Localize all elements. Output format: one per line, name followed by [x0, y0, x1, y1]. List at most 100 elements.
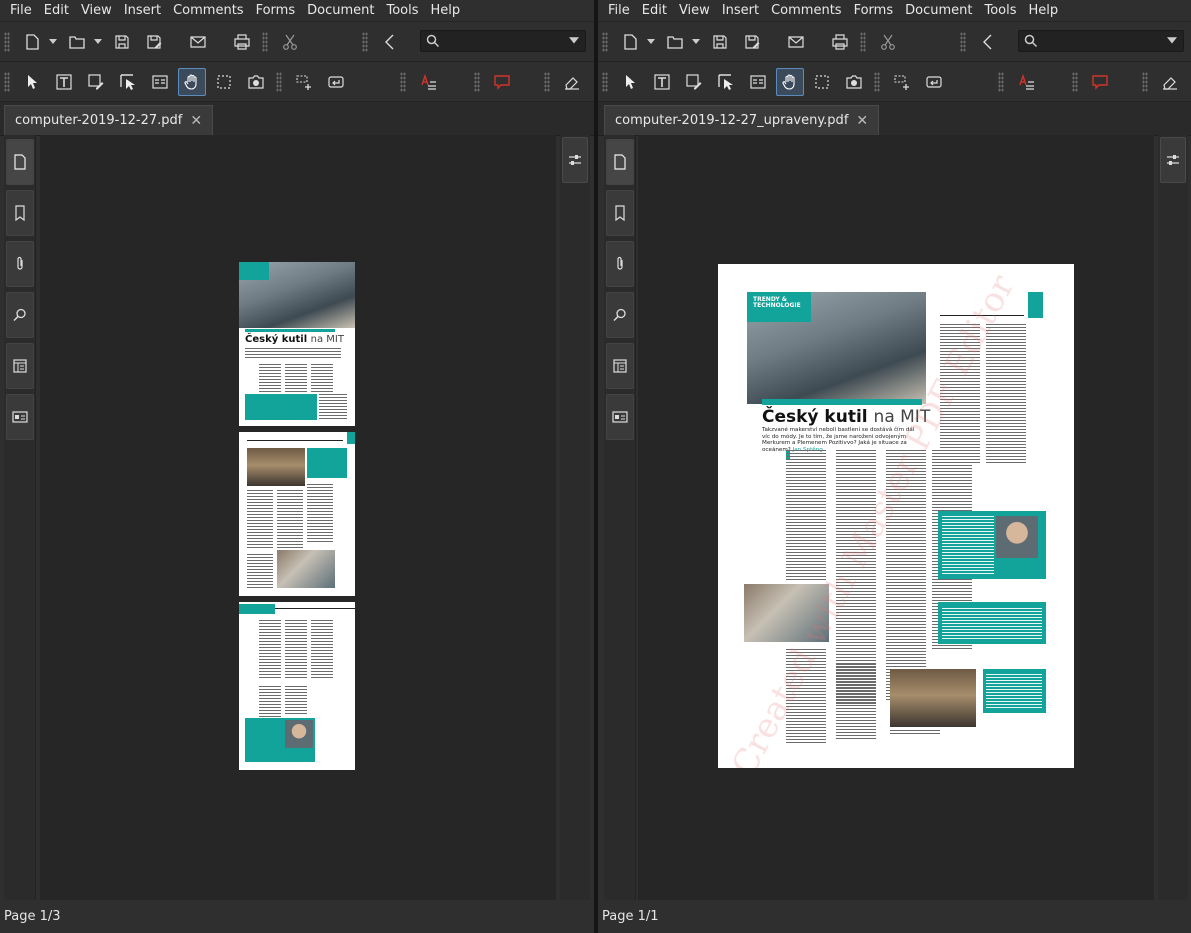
form-fields-button[interactable] [744, 68, 772, 96]
close-tab-icon[interactable]: ✕ [190, 113, 202, 129]
hand-tool-button[interactable] [178, 67, 206, 96]
save-as-button[interactable] [140, 28, 168, 56]
toolbar-grip[interactable] [1072, 71, 1078, 92]
search-panel-button[interactable] [606, 292, 634, 338]
snapshot-button[interactable] [242, 68, 270, 96]
edit-image-button[interactable] [680, 68, 708, 96]
email-button[interactable] [782, 28, 810, 56]
edit-forms-button[interactable] [712, 68, 740, 96]
menu-comments[interactable]: Comments [167, 0, 249, 22]
email-button[interactable] [184, 28, 212, 56]
add-link-button[interactable] [290, 68, 318, 96]
menu-view[interactable]: View [673, 0, 716, 22]
toolbar-grip[interactable] [874, 71, 880, 92]
toolbar-grip[interactable] [474, 71, 480, 92]
insert-action-button[interactable] [920, 68, 948, 96]
save-button[interactable] [706, 28, 734, 56]
menu-forms[interactable]: Forms [848, 0, 900, 22]
marquee-select-button[interactable] [808, 68, 836, 96]
eraser-button[interactable] [558, 68, 586, 96]
search-field[interactable] [420, 30, 586, 52]
comment-box-button[interactable] [488, 68, 516, 96]
open-button[interactable] [63, 28, 91, 56]
toolbar-grip[interactable] [960, 31, 966, 52]
open-dropdown[interactable] [691, 28, 700, 56]
menu-edit[interactable]: Edit [38, 0, 75, 22]
comment-box-button[interactable] [1086, 68, 1114, 96]
insert-action-button[interactable] [322, 68, 350, 96]
menu-tools[interactable]: Tools [978, 0, 1022, 22]
new-document-button[interactable] [18, 28, 46, 56]
pages-panel-button[interactable] [6, 139, 34, 185]
bookmarks-panel-button[interactable] [6, 190, 34, 236]
open-button[interactable] [661, 28, 689, 56]
cut-button[interactable] [276, 28, 304, 56]
menu-insert[interactable]: Insert [716, 0, 765, 22]
form-fields-button[interactable] [146, 68, 174, 96]
toolbar-grip[interactable] [998, 71, 1004, 92]
toolbar-grip[interactable] [4, 31, 10, 52]
tab-document[interactable]: computer-2019-12-27.pdf ✕ [4, 105, 214, 135]
signatures-panel-button[interactable] [606, 394, 634, 440]
toolbar-grip[interactable] [262, 31, 268, 52]
toolbar-grip[interactable] [860, 31, 866, 52]
edit-image-button[interactable] [82, 68, 110, 96]
select-tool-button[interactable] [616, 68, 644, 96]
menu-file[interactable]: File [598, 0, 636, 22]
toolbar-grip[interactable] [602, 71, 608, 92]
document-canvas[interactable]: Český kutil na MIT [40, 135, 556, 900]
menu-view[interactable]: View [75, 0, 118, 22]
menu-help[interactable]: Help [1023, 0, 1065, 22]
menu-help[interactable]: Help [425, 0, 467, 22]
new-document-dropdown[interactable] [646, 28, 655, 56]
toolbar-grip[interactable] [362, 31, 368, 52]
previous-page-button[interactable] [974, 28, 1002, 56]
tab-document[interactable]: computer-2019-12-27_upraveny.pdf ✕ [604, 105, 880, 135]
toolbar-grip[interactable] [4, 71, 10, 92]
properties-panel-button[interactable] [562, 137, 588, 183]
close-tab-icon[interactable]: ✕ [856, 113, 868, 129]
text-annotation-button[interactable] [414, 68, 442, 96]
bookmarks-panel-button[interactable] [606, 190, 634, 236]
new-document-button[interactable] [616, 28, 644, 56]
previous-page-button[interactable] [376, 28, 404, 56]
save-button[interactable] [108, 28, 136, 56]
snapshot-button[interactable] [840, 68, 868, 96]
edit-forms-button[interactable] [114, 68, 142, 96]
print-button[interactable] [228, 28, 256, 56]
menu-comments[interactable]: Comments [765, 0, 847, 22]
pages-panel-button[interactable] [606, 139, 634, 185]
toolbar-grip[interactable] [1142, 71, 1148, 92]
toolbar-grip[interactable] [400, 71, 406, 92]
document-canvas[interactable]: TRENDY & TECHNOLOGIE Český kutil na MIT … [638, 135, 1154, 900]
menu-document[interactable]: Document [301, 0, 380, 22]
menu-edit[interactable]: Edit [636, 0, 673, 22]
layers-panel-button[interactable] [606, 343, 634, 389]
select-tool-button[interactable] [18, 68, 46, 96]
menu-document[interactable]: Document [899, 0, 978, 22]
print-button[interactable] [826, 28, 854, 56]
properties-panel-button[interactable] [1160, 137, 1186, 183]
text-annotation-button[interactable] [1012, 68, 1040, 96]
search-panel-button[interactable] [6, 292, 34, 338]
menu-forms[interactable]: Forms [250, 0, 302, 22]
search-field[interactable] [1018, 30, 1184, 52]
toolbar-grip[interactable] [276, 71, 282, 92]
edit-text-button[interactable] [648, 68, 676, 96]
signatures-panel-button[interactable] [6, 394, 34, 440]
search-input[interactable] [445, 34, 569, 48]
marquee-select-button[interactable] [210, 68, 238, 96]
menu-tools[interactable]: Tools [380, 0, 424, 22]
eraser-button[interactable] [1156, 68, 1184, 96]
menu-file[interactable]: File [0, 0, 38, 22]
hand-tool-button[interactable] [776, 67, 804, 96]
menu-insert[interactable]: Insert [118, 0, 167, 22]
open-dropdown[interactable] [93, 28, 102, 56]
layers-panel-button[interactable] [6, 343, 34, 389]
save-as-button[interactable] [738, 28, 766, 56]
toolbar-grip[interactable] [544, 71, 550, 92]
attachments-panel-button[interactable] [606, 241, 634, 287]
edit-text-button[interactable] [50, 68, 78, 96]
attachments-panel-button[interactable] [6, 241, 34, 287]
new-document-dropdown[interactable] [48, 28, 57, 56]
